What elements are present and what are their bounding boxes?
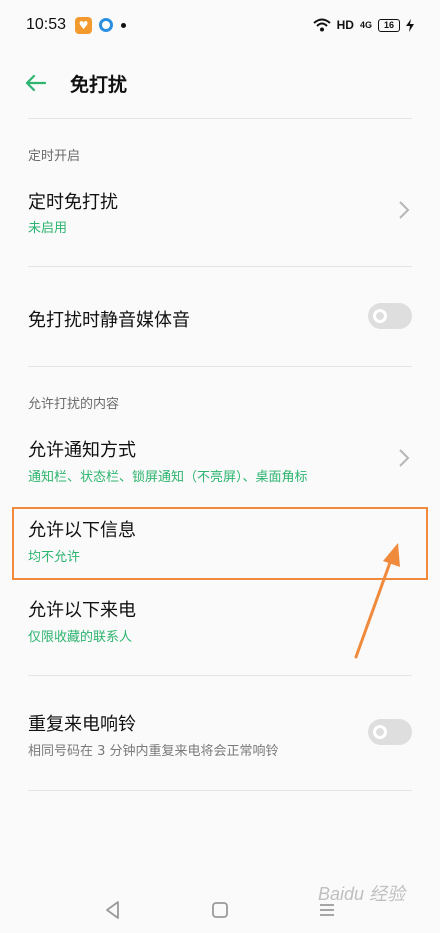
back-arrow-icon[interactable] bbox=[24, 71, 48, 95]
allow-calls-subtitle: 仅限收藏的联系人 bbox=[28, 630, 133, 645]
mute-media-toggle[interactable] bbox=[368, 303, 412, 329]
notification-style-subtitle: 通知栏、状态栏、锁屏通知（不亮屏）、桌面角标 bbox=[28, 470, 308, 485]
allow-calls-title: 允许以下来电 bbox=[28, 600, 136, 621]
status-bar: 10:53 ♥ HD 4G 16 bbox=[0, 0, 440, 50]
mute-media-title: 免打扰时静音媒体音 bbox=[28, 310, 190, 331]
repeat-calls-subtitle: 相同号码在 3 分钟内重复来电将会正常响铃 bbox=[28, 744, 279, 759]
divider bbox=[28, 675, 412, 676]
chevron-right-icon bbox=[399, 449, 410, 467]
toggle-knob bbox=[373, 725, 387, 739]
page-title: 免打扰 bbox=[70, 73, 128, 96]
divider bbox=[28, 366, 412, 367]
app-notification-icon: ♥ bbox=[75, 16, 93, 34]
divider bbox=[28, 266, 412, 267]
notification-style-title: 允许通知方式 bbox=[28, 440, 136, 461]
signal-icon: 4G bbox=[359, 20, 372, 30]
status-time: 10:53 bbox=[26, 16, 67, 33]
chevron-right-icon bbox=[399, 201, 410, 219]
section-header-scheduled: 定时开启 bbox=[28, 149, 81, 164]
scheduled-dnd-title: 定时免打扰 bbox=[28, 192, 118, 213]
divider bbox=[28, 790, 412, 791]
battery-icon: 16 bbox=[378, 18, 400, 32]
repeat-calls-title: 重复来电响铃 bbox=[28, 714, 136, 735]
app-bar: 免打扰 bbox=[0, 55, 440, 111]
wifi-icon bbox=[312, 18, 331, 32]
watermark: Baidu 经验 bbox=[318, 884, 406, 904]
scheduled-dnd-subtitle: 未启用 bbox=[28, 221, 68, 236]
charging-icon bbox=[406, 18, 414, 32]
status-indicators: HD 4G 16 bbox=[312, 18, 414, 32]
section-header-allowed: 允许打扰的内容 bbox=[28, 397, 120, 412]
more-notifications-icon bbox=[121, 22, 127, 28]
divider bbox=[28, 118, 412, 119]
network-type-label: HD bbox=[336, 18, 354, 32]
nav-back-icon[interactable] bbox=[102, 899, 124, 921]
nav-home-icon[interactable] bbox=[209, 899, 231, 921]
toggle-knob bbox=[373, 309, 387, 323]
repeat-calls-toggle[interactable] bbox=[368, 719, 412, 745]
annotation-arrow-icon bbox=[354, 543, 400, 659]
sync-notification-icon bbox=[99, 18, 114, 32]
